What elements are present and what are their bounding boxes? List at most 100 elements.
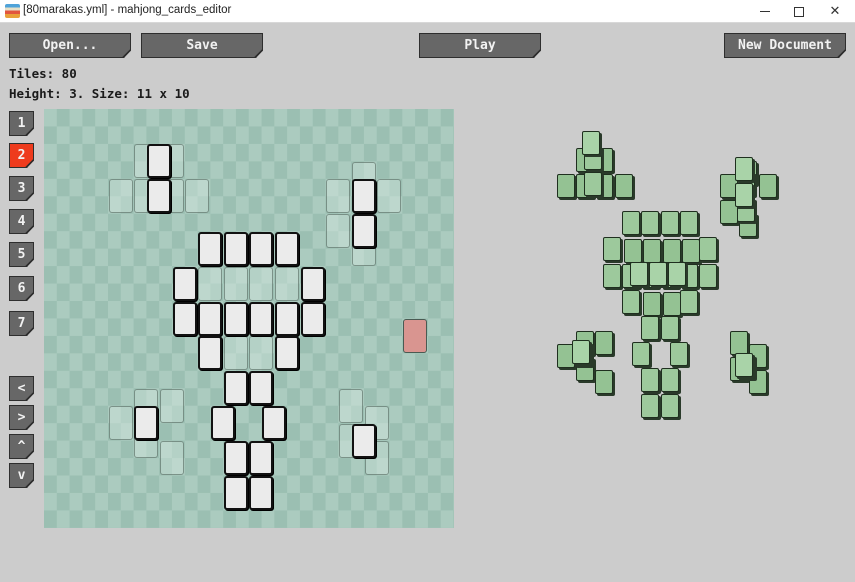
lower-layer-tile[interactable]	[198, 266, 223, 301]
current-layer-tile[interactable]	[223, 301, 248, 336]
lower-layer-tile[interactable]	[326, 179, 351, 214]
maximize-button[interactable]	[782, 0, 816, 23]
preview-tile	[643, 239, 662, 264]
lower-layer-tile[interactable]	[249, 266, 274, 301]
preview-tile	[629, 261, 648, 286]
preview-tile	[660, 211, 679, 236]
preview-tile	[641, 367, 660, 392]
preview-tile	[624, 239, 643, 264]
lower-layer-tile[interactable]	[159, 441, 184, 476]
layer-button-4[interactable]: 4	[9, 209, 34, 234]
lower-layer-tile[interactable]	[185, 179, 210, 214]
close-icon: ✕	[829, 4, 841, 19]
current-layer-tile[interactable]	[274, 336, 299, 371]
pan-left-button[interactable]: <	[9, 376, 34, 401]
lower-layer-tile[interactable]	[223, 336, 248, 371]
app-icon	[5, 4, 20, 18]
preview-tile	[641, 211, 660, 236]
current-layer-tile[interactable]	[172, 266, 197, 301]
current-layer-tile[interactable]	[249, 476, 274, 511]
preview-tile	[679, 211, 698, 236]
preview-tile	[668, 261, 687, 286]
cursor-marker-tile[interactable]	[402, 319, 427, 354]
layer-button-1[interactable]: 1	[9, 111, 34, 136]
current-layer-tile[interactable]	[351, 423, 376, 458]
lower-layer-tile[interactable]	[377, 179, 402, 214]
current-layer-tile[interactable]	[274, 231, 299, 266]
lower-layer-tile[interactable]	[108, 406, 133, 441]
layer-button-7[interactable]: 7	[9, 311, 34, 336]
current-layer-tile[interactable]	[198, 301, 223, 336]
current-layer-tile[interactable]	[351, 214, 376, 249]
open-button[interactable]: Open...	[9, 33, 131, 58]
preview-tile	[614, 174, 633, 199]
lower-layer-tile[interactable]	[159, 388, 184, 423]
lower-layer-tile[interactable]	[326, 214, 351, 249]
current-layer-tile[interactable]	[223, 231, 248, 266]
new-document-button[interactable]: New Document	[724, 33, 846, 58]
current-layer-tile[interactable]	[223, 441, 248, 476]
preview-tile	[681, 239, 700, 264]
current-layer-tile[interactable]	[172, 301, 197, 336]
pan-down-button[interactable]: v	[9, 463, 34, 488]
preview-tile	[660, 367, 679, 392]
preview-tile	[662, 291, 681, 316]
preview-tile	[758, 174, 777, 199]
current-layer-tile[interactable]	[351, 179, 376, 214]
minimize-icon	[760, 11, 770, 12]
preview-tile	[603, 263, 621, 288]
preview-tile	[603, 237, 621, 262]
play-button[interactable]: Play	[419, 33, 541, 58]
lower-layer-tile[interactable]	[249, 336, 274, 371]
current-layer-tile[interactable]	[134, 406, 159, 441]
current-layer-tile[interactable]	[223, 371, 248, 406]
current-layer-tile[interactable]	[274, 301, 299, 336]
layer-button-6[interactable]: 6	[9, 276, 34, 301]
preview-tile	[679, 289, 698, 314]
preview-tile	[622, 289, 641, 314]
preview-tile	[735, 183, 754, 208]
editor-board[interactable]	[44, 109, 454, 528]
preview-tile	[557, 174, 575, 199]
current-layer-tile[interactable]	[249, 231, 274, 266]
preview-tile	[631, 341, 650, 366]
lower-layer-tile[interactable]	[338, 388, 363, 423]
preview-tile	[729, 330, 748, 355]
preview-tile	[649, 261, 667, 286]
save-button[interactable]: Save	[141, 33, 263, 58]
window-title: [80marakas.yml] - mahjong_cards_editor	[23, 4, 232, 16]
current-layer-tile[interactable]	[210, 406, 235, 441]
close-button[interactable]: ✕	[818, 0, 852, 23]
preview-tile	[662, 239, 681, 264]
preview-tile	[699, 237, 717, 262]
height-size-info: Height: 3. Size: 11 x 10	[9, 86, 190, 101]
current-layer-tile[interactable]	[249, 441, 274, 476]
preview-tile	[641, 315, 660, 340]
pan-right-button[interactable]: >	[9, 405, 34, 430]
current-layer-tile[interactable]	[262, 406, 287, 441]
layer-button-2[interactable]: 2	[9, 143, 34, 168]
current-layer-tile[interactable]	[146, 144, 171, 179]
current-layer-tile[interactable]	[249, 371, 274, 406]
current-layer-tile[interactable]	[249, 301, 274, 336]
current-layer-tile[interactable]	[146, 179, 171, 214]
preview-tile	[581, 131, 600, 156]
preview-tile	[699, 263, 717, 288]
preview-tile	[595, 330, 614, 355]
preview-tile	[572, 339, 591, 364]
current-layer-tile[interactable]	[300, 266, 325, 301]
current-layer-tile[interactable]	[223, 476, 248, 511]
current-layer-tile[interactable]	[198, 231, 223, 266]
preview-tile	[622, 211, 641, 236]
layer-button-3[interactable]: 3	[9, 176, 34, 201]
layer-button-5[interactable]: 5	[9, 242, 34, 267]
lower-layer-tile[interactable]	[274, 266, 299, 301]
pan-up-button[interactable]: ^	[9, 434, 34, 459]
lower-layer-tile[interactable]	[108, 179, 133, 214]
current-layer-tile[interactable]	[198, 336, 223, 371]
current-layer-tile[interactable]	[300, 301, 325, 336]
minimize-button[interactable]	[748, 0, 782, 23]
preview-tile	[583, 172, 602, 197]
preview-tile	[735, 157, 754, 182]
lower-layer-tile[interactable]	[223, 266, 248, 301]
